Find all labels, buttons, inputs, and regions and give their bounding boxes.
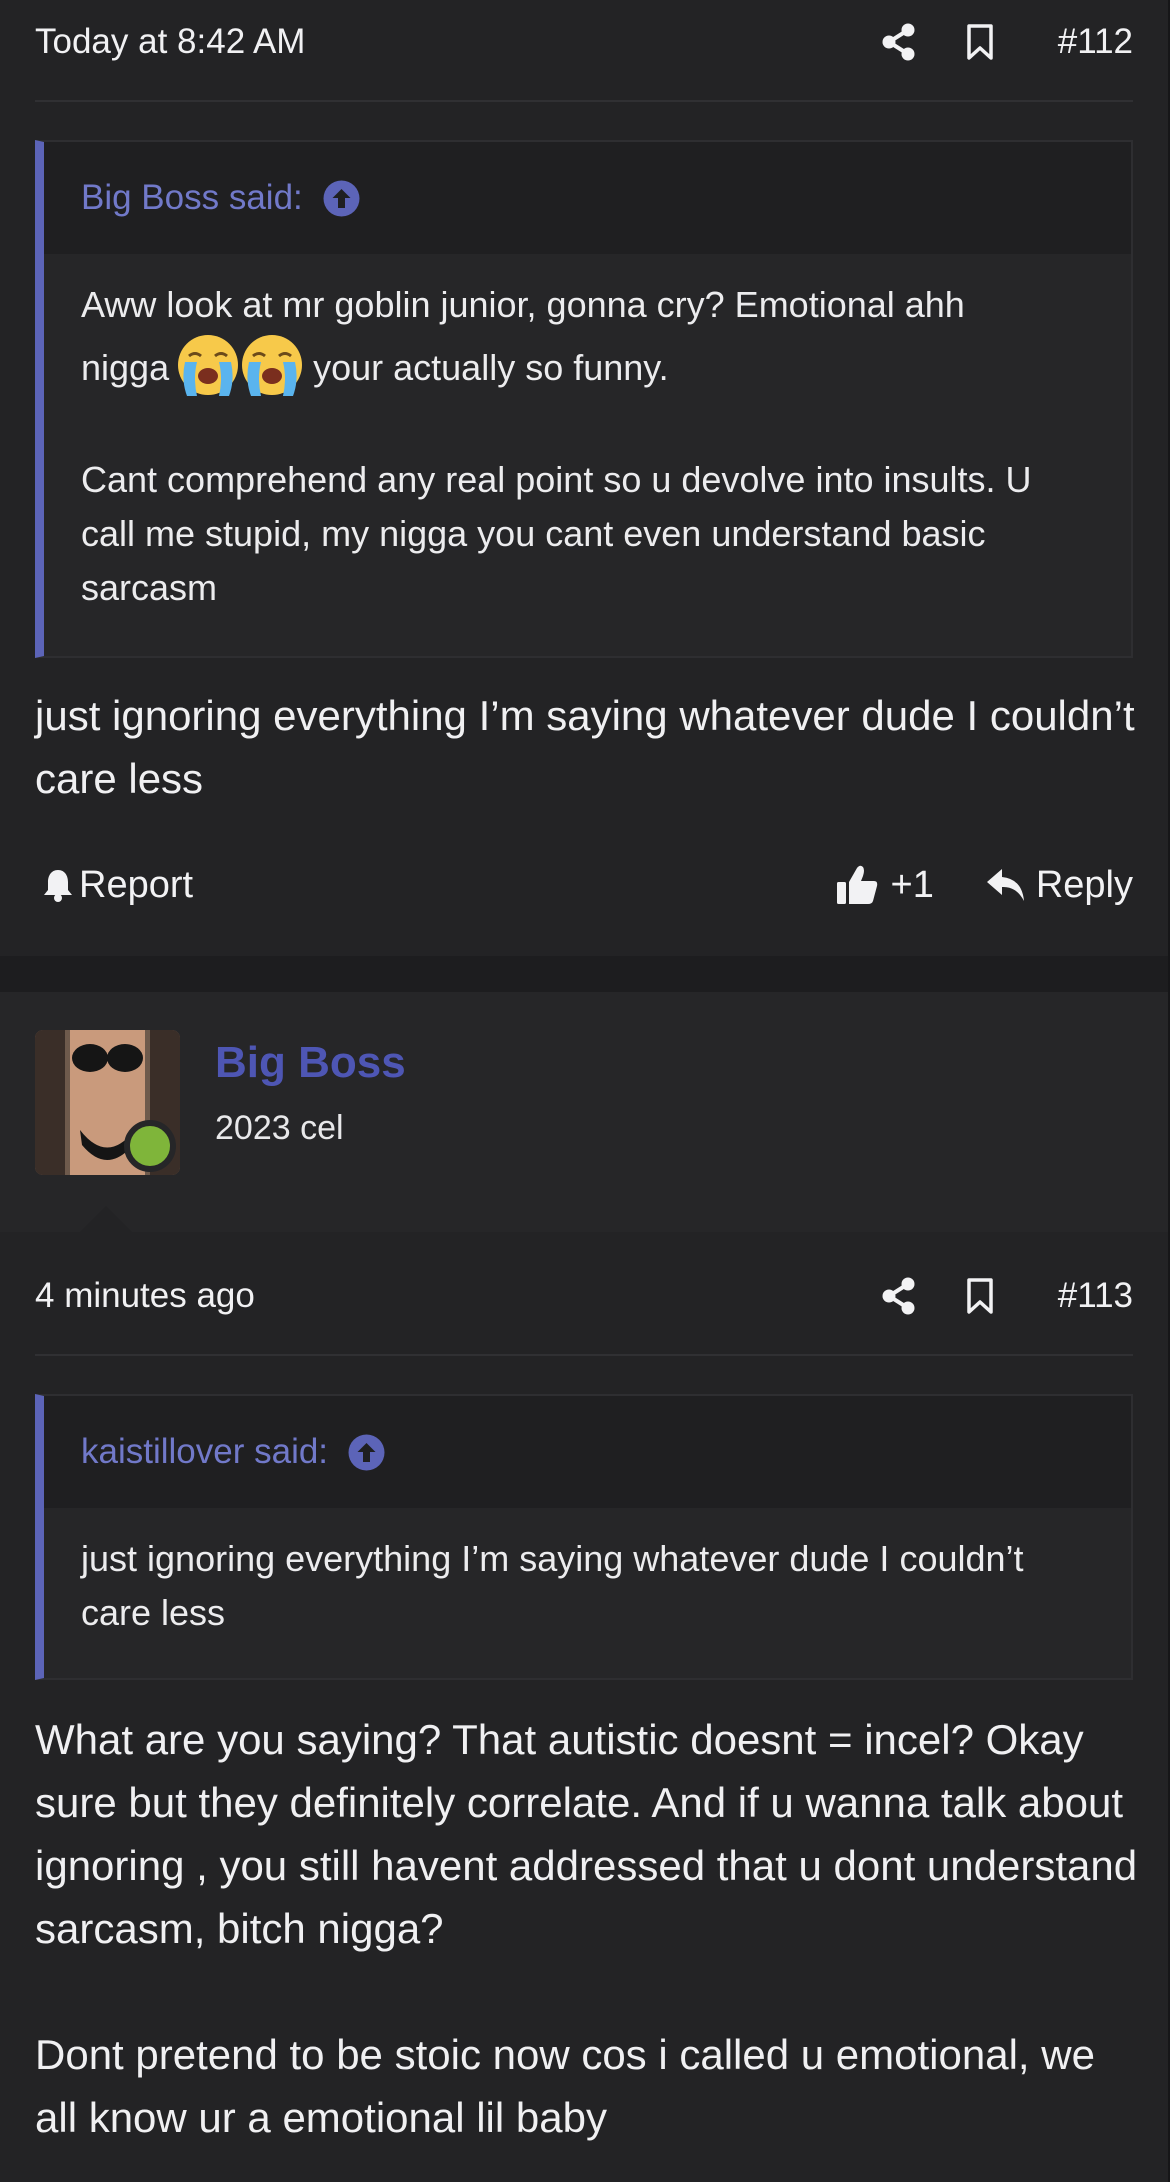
online-status-indicator [124,1120,176,1172]
post-meta-bar: 4 minutes ago #113 [35,1254,1133,1338]
quote-line: Aww look at mr goblin junior, gonna cry?… [81,284,965,325]
post-text: just ignoring everything I’m saying what… [35,692,1135,802]
post-number[interactable]: #112 [1058,22,1133,62]
post-actions: Report +1 Reply [35,843,1133,927]
report-button[interactable]: Report [35,864,835,907]
bookmark-icon[interactable] [960,22,1000,62]
arrow-up-circle-icon[interactable] [323,180,360,217]
quote-header[interactable]: Big Boss said: [44,142,1131,254]
reply-label: Reply [1035,863,1133,906]
reply-button[interactable]: Reply [986,864,1133,907]
quote-paragraph: just ignoring everything I’m saying what… [81,1538,1024,1633]
reply-icon [986,869,1024,901]
report-label: Report [79,863,194,906]
user-title: 2023 cel [215,1109,344,1147]
arrow-up-circle-icon[interactable] [348,1434,385,1471]
divider [35,1354,1133,1356]
share-icon[interactable] [879,1276,919,1316]
user-header: Big Boss 2023 cel [0,992,1168,1232]
post-body: What are you saying? That autistic doesn… [35,1708,1145,2149]
username[interactable]: Big Boss [215,1038,406,1088]
quote-author[interactable]: Big Boss said: [81,178,303,218]
quote-body: just ignoring everything I’m saying what… [44,1508,1131,1640]
quote-line: nigga your actually so funny. [81,332,1091,398]
divider [35,100,1133,102]
header-pointer [80,1206,132,1232]
crying-face-icon [175,332,241,398]
post-paragraph: Dont pretend to be stoic now cos i calle… [35,2031,1095,2141]
like-button[interactable]: +1 [835,864,934,907]
bell-icon [44,870,72,902]
quote-block: Big Boss said: Aww look at mr goblin jun… [35,140,1133,658]
quote-author[interactable]: kaistillover said: [81,1432,328,1472]
post-timestamp[interactable]: Today at 8:42 AM [35,22,879,62]
post-timestamp[interactable]: 4 minutes ago [35,1276,879,1316]
quote-text: your actually so funny. [303,347,669,388]
thumbs-up-icon [836,865,877,904]
post-separator [0,956,1168,992]
share-icon[interactable] [879,22,919,62]
crying-face-icon [239,332,305,398]
quote-body: Aww look at mr goblin junior, gonna cry?… [44,254,1131,615]
quote-header[interactable]: kaistillover said: [44,1396,1131,1508]
post-body: just ignoring everything I’m saying what… [35,684,1145,810]
post-paragraph: What are you saying? That autistic doesn… [35,1716,1138,1952]
quote-text: nigga [81,347,170,388]
bookmark-icon[interactable] [960,1276,1000,1316]
reaction-count: +1 [890,863,934,906]
post-meta-bar: Today at 8:42 AM #112 [35,0,1133,84]
post-number[interactable]: #113 [1058,1276,1133,1316]
quote-paragraph: Cant comprehend any real point so u devo… [81,459,1032,608]
quote-block: kaistillover said: just ignoring everyth… [35,1394,1133,1680]
